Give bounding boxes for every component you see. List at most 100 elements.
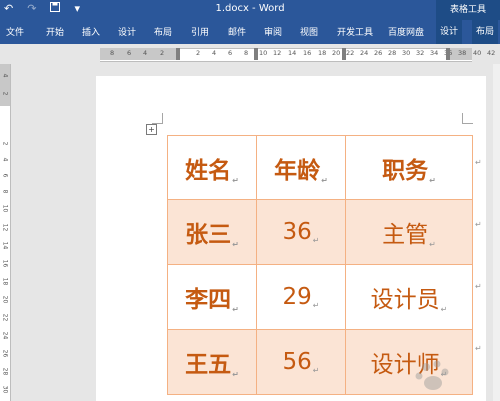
ruler-number: 18 xyxy=(318,49,327,57)
ruler-number: 4 xyxy=(143,49,148,57)
tab-developer[interactable]: 开发工具 xyxy=(337,25,373,38)
table-header-row: 姓名↵ 年龄↵ 职务↵ xyxy=(167,135,473,200)
row-end-mark: ↵ xyxy=(475,220,482,229)
ruler-number: 12 xyxy=(1,223,9,232)
ruler-number: 14 xyxy=(1,241,9,250)
ruler-number: 10 xyxy=(1,204,9,213)
cell-end-mark: ↵ xyxy=(429,175,436,185)
ruler-number: 26 xyxy=(1,349,9,358)
table-cell[interactable]: 设计师↵ xyxy=(345,329,473,395)
vertical-scrollbar[interactable] xyxy=(493,64,500,401)
ruler-number: 2 xyxy=(1,91,9,96)
table-cell[interactable]: 29↵ xyxy=(256,264,346,330)
tab-table-layout[interactable]: 布局 xyxy=(472,20,499,44)
table-row: 李四↵ 29↵ 设计员↵ xyxy=(167,264,473,330)
ruler-number: 8 xyxy=(1,189,9,194)
ruler-number: 2 xyxy=(196,49,201,57)
table-tools-label: 表格工具 xyxy=(436,0,500,20)
cell-age: 56 xyxy=(282,349,312,375)
ruler-number: 24 xyxy=(1,331,9,340)
ruler-number: 22 xyxy=(1,313,9,322)
cell-end-mark: ↵ xyxy=(232,240,239,249)
ruler-number: 26 xyxy=(374,49,383,57)
ruler-number: 10 xyxy=(259,49,268,57)
ruler-number: 28 xyxy=(1,367,9,376)
watermark-logo-icon xyxy=(415,360,449,390)
ruler-number: 4 xyxy=(1,157,9,162)
cell-role: 主管 xyxy=(382,222,429,248)
ruler-number: 30 xyxy=(1,385,9,394)
cell-end-mark: ↵ xyxy=(232,305,239,314)
tab-view[interactable]: 视图 xyxy=(300,25,318,38)
ruler-number: 20 xyxy=(1,295,9,304)
ruler-number: 38 xyxy=(458,49,467,57)
table-row: 张三↵ 36↵ 主管↵ xyxy=(167,199,473,265)
horizontal-ruler[interactable]: 8 6 4 2 2 4 6 8 10 12 14 16 18 20 22 24 … xyxy=(0,44,500,64)
table-cell[interactable]: 王五↵ xyxy=(167,329,257,395)
table-cell[interactable]: 李四↵ xyxy=(167,264,257,330)
window-title: 1.docx - Word xyxy=(215,3,285,14)
ruler-number: 32 xyxy=(416,49,425,57)
ruler-number: 8 xyxy=(110,49,115,57)
table-header-cell[interactable]: 年龄↵ xyxy=(256,135,346,200)
tab-baidu-netdisk[interactable]: 百度网盘 xyxy=(388,25,424,38)
tab-insert[interactable]: 插入 xyxy=(82,25,100,38)
tab-references[interactable]: 引用 xyxy=(191,25,209,38)
table-move-handle-icon[interactable]: + xyxy=(146,124,157,135)
table-header-cell[interactable]: 姓名↵ xyxy=(167,135,257,200)
header-role-label: 职务 xyxy=(382,157,429,184)
ruler-number: 6 xyxy=(228,49,233,57)
vertical-ruler[interactable]: 4 2 2 4 6 8 10 12 14 16 18 20 22 24 26 2… xyxy=(0,64,11,401)
row-end-mark: ↵ xyxy=(475,158,482,167)
ruler-number: 6 xyxy=(1,173,9,178)
header-name-label: 姓名 xyxy=(185,157,232,184)
ruler-number: 14 xyxy=(288,49,297,57)
cell-age: 36 xyxy=(282,219,312,245)
crop-mark-top-left xyxy=(152,113,163,124)
cell-end-mark: ↵ xyxy=(321,175,328,185)
row-end-mark: ↵ xyxy=(475,282,482,291)
ruler-number: 34 xyxy=(430,49,439,57)
ruler-number: 18 xyxy=(1,277,9,286)
header-age-label: 年龄 xyxy=(274,157,321,184)
cell-name: 张三 xyxy=(185,222,232,248)
cell-end-mark: ↵ xyxy=(312,366,320,375)
table-header-cell[interactable]: 职务↵ xyxy=(345,135,473,200)
row-end-mark: ↵ xyxy=(475,344,482,353)
ruler-number: 4 xyxy=(1,73,9,78)
ruler-number: 28 xyxy=(388,49,397,57)
ruler-number: 4 xyxy=(212,49,217,57)
crop-mark-top-right xyxy=(462,113,473,124)
cell-name: 李四 xyxy=(185,287,232,313)
cell-end-mark: ↵ xyxy=(312,236,320,245)
ribbon-tabs: 文件 开始 插入 设计 布局 引用 邮件 审阅 视图 开发工具 百度网盘 设计 … xyxy=(0,20,500,44)
table-cell[interactable]: 36↵ xyxy=(256,199,346,265)
tab-table-design[interactable]: 设计 xyxy=(436,20,463,44)
cell-end-mark: ↵ xyxy=(440,305,448,314)
table-cell[interactable]: 张三↵ xyxy=(167,199,257,265)
ruler-number: 30 xyxy=(402,49,411,57)
ruler-number: 40 xyxy=(473,49,482,57)
tab-file[interactable]: 文件 xyxy=(6,25,24,38)
tab-design[interactable]: 设计 xyxy=(118,25,136,38)
ruler-number: 2 xyxy=(160,49,165,57)
title-bar: ↶ ↷ ▾ 1.docx - Word 表格工具 xyxy=(0,0,500,20)
tab-layout[interactable]: 布局 xyxy=(154,25,172,38)
ruler-number: 6 xyxy=(127,49,132,57)
tab-home[interactable]: 开始 xyxy=(46,25,64,38)
cell-end-mark: ↵ xyxy=(312,301,320,310)
tab-review[interactable]: 审阅 xyxy=(264,25,282,38)
cell-end-mark: ↵ xyxy=(232,175,239,185)
ruler-indent-marker[interactable] xyxy=(176,48,180,60)
table-cell[interactable]: 主管↵ xyxy=(345,199,473,265)
table-cell[interactable]: 56↵ xyxy=(256,329,346,395)
ruler-number: 42 xyxy=(487,49,496,57)
ruler-column-marker[interactable] xyxy=(446,48,450,60)
ruler-number: 20 xyxy=(332,49,341,57)
table-cell[interactable]: 设计员↵ xyxy=(345,264,473,330)
ruler-column-marker[interactable] xyxy=(254,48,258,60)
ruler-number: 12 xyxy=(273,49,282,57)
tab-mailings[interactable]: 邮件 xyxy=(228,25,246,38)
ruler-column-marker[interactable] xyxy=(342,48,346,60)
ruler-number: 16 xyxy=(1,259,9,268)
